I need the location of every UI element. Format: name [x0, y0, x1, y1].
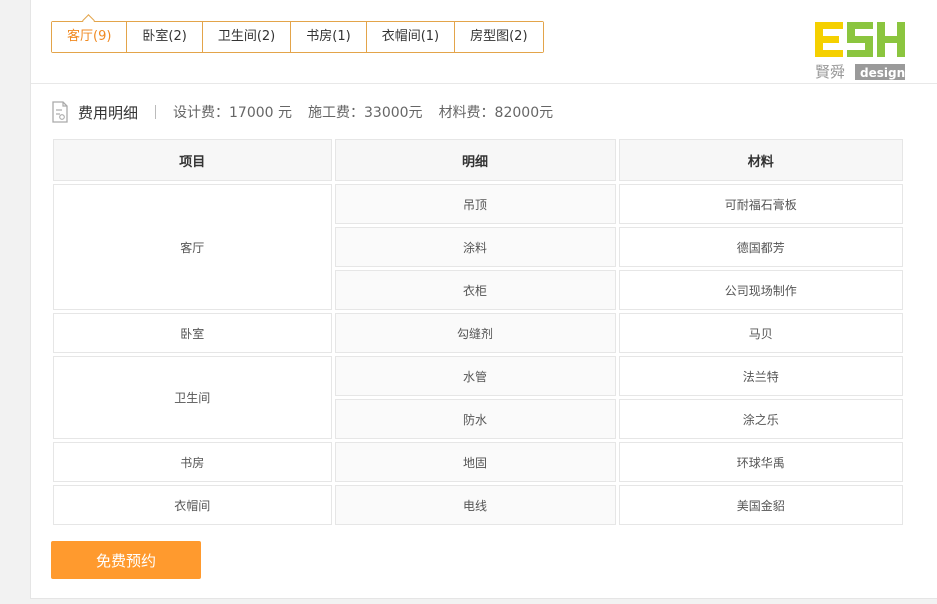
design-fee: 设计费：17000 元: [173, 105, 293, 121]
room-tab-bar: 客厅(9) 卧室(2) 卫生间(2) 书房(1) 衣帽间(1) 房型图(2) 賢舜 des…: [31, 0, 937, 84]
item-cell: 书房: [53, 442, 332, 482]
detail-cell: 水管: [334, 356, 616, 396]
table-row: 书房 地固 环球华禹: [53, 442, 903, 482]
cost-divider: [155, 105, 157, 119]
cost-summary: 费用明细 设计费：17000 元 施工费：33000元 材料费：82000元: [51, 100, 569, 124]
table-row: 客厅 吊顶 可耐福石膏板: [53, 184, 903, 310]
material-cell: 环球华禹: [618, 442, 903, 482]
detail-cell: 吊顶: [334, 184, 616, 224]
cost-title: 费用明细: [78, 103, 139, 122]
material-fee: 材料费：82000元: [438, 105, 554, 121]
construction-fee: 施工费：33000元: [308, 105, 423, 121]
header-detail: 明细: [334, 139, 616, 181]
table-body: 客厅 吊顶 可耐福石膏板 涂料 德国都芳 衣柜 公司现场制作 卧室 勾缝剂 马贝 卫生间 水管 法兰特防…: [53, 184, 903, 525]
cost-detail-table: 项目 明细 材料 客厅 吊顶 可耐福石膏板 涂料 德国都芳 衣柜 公司现场制作 卧室 勾缝剂 马贝…: [50, 136, 906, 528]
logo-sub-en: design: [860, 66, 905, 80]
detail-cell: 勾缝剂: [334, 313, 616, 353]
item-cell: 卫生间: [53, 356, 332, 439]
esh-design-logo: 賢舜 design: [815, 22, 905, 81]
detail-cell: 地固: [334, 442, 616, 482]
detail-cell: 电线: [334, 485, 616, 525]
material-cell: 公司现场制作: [618, 270, 903, 310]
room-tab-5[interactable]: 房型图(2): [454, 22, 543, 52]
room-tab-2[interactable]: 卫生间(2): [201, 22, 291, 52]
material-cell: 美国金貂: [618, 485, 903, 525]
room-tab-0[interactable]: 客厅(9): [52, 14, 127, 52]
content-card: 客厅(9) 卧室(2) 卫生间(2) 书房(1) 衣帽间(1) 房型图(2) 賢舜 des…: [30, 0, 937, 599]
active-tab-caret: [82, 14, 96, 27]
table-header-row: 项目 明细 材料: [53, 139, 903, 181]
receipt-icon: [52, 101, 68, 123]
room-tab-4[interactable]: 衣帽间(1): [365, 22, 455, 52]
free-booking-button[interactable]: 免费预约: [51, 541, 201, 579]
detail-cell: 衣柜: [334, 270, 616, 310]
room-tab-3[interactable]: 书房(1): [290, 22, 366, 52]
table-row: 卫生间 水管 法兰特: [53, 356, 903, 439]
material-cell: 涂之乐: [618, 399, 903, 439]
logo-sub-cn: 賢舜: [815, 63, 845, 81]
table-row: 卧室 勾缝剂 马贝: [53, 313, 903, 353]
item-cell: 客厅: [53, 184, 332, 310]
detail-cell: 防水: [334, 399, 616, 439]
table-row: 衣帽间 电线 美国金貂: [53, 485, 903, 525]
room-tab-1[interactable]: 卧室(2): [126, 22, 202, 52]
material-cell: 可耐福石膏板: [618, 184, 903, 224]
item-cell: 衣帽间: [53, 485, 332, 525]
material-cell: 马贝: [618, 313, 903, 353]
material-cell: 法兰特: [618, 356, 903, 396]
item-cell: 卧室: [53, 313, 332, 353]
header-item: 项目: [53, 139, 332, 181]
header-material: 材料: [618, 139, 903, 181]
detail-cell: 涂料: [334, 227, 616, 267]
room-tabs: 客厅(9) 卧室(2) 卫生间(2) 书房(1) 衣帽间(1) 房型图(2): [51, 14, 544, 53]
material-cell: 德国都芳: [618, 227, 903, 267]
